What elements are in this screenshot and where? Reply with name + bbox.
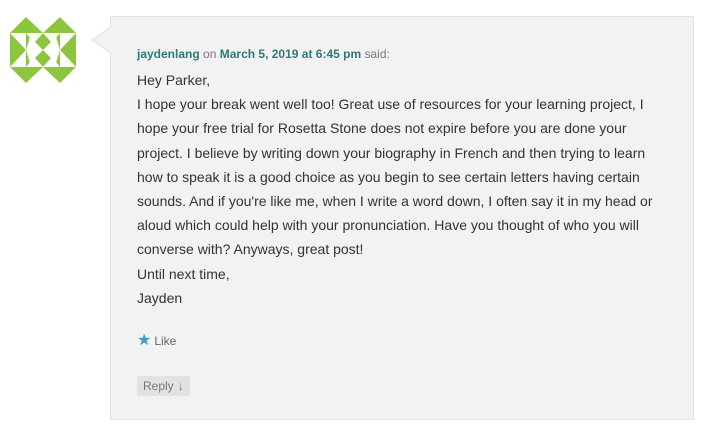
like-label: Like [154,334,177,348]
comment-box: jaydenlang on March 5, 2019 at 6:45 pm s… [110,16,694,420]
comment-line: Until next time, [137,265,230,282]
like-button[interactable]: ★ Like [137,333,176,349]
comment-line: sounds. And if you're like me, when I wr… [137,193,653,210]
comment-author-link[interactable]: jaydenlang [137,47,200,61]
reply-button[interactable]: Reply ↓ [137,376,190,396]
comment-line: converse with? Anyways, great post! [137,241,364,258]
comment-pointer-inner [93,27,112,53]
comment-date-link[interactable]: March 5, 2019 at 6:45 pm [220,47,361,61]
reply-label: Reply [143,379,174,393]
comment-line: Hey Parker, [137,72,211,88]
comment-on-word: on [203,47,217,61]
comment-said-word: said: [364,47,390,61]
comment-line: hope your free trial for Rosetta Stone d… [137,120,627,137]
comment-body: Hey Parker, I hope your break went well … [137,68,677,310]
comment-line: aloud which could help with your pronunc… [137,217,639,234]
arrow-down-icon: ↓ [177,379,184,393]
comment-line: how to speak it is a good choice as you … [137,168,640,185]
comment-line: Jayden [137,289,183,306]
comment-line: project. I believe by writing down your … [137,144,646,161]
identicon-avatar [10,17,76,83]
comment-line: I hope your break went well too! Great u… [137,96,644,113]
comment-meta: jaydenlang on March 5, 2019 at 6:45 pm s… [137,46,390,62]
star-icon: ★ [137,332,152,349]
avatar[interactable] [10,17,76,83]
